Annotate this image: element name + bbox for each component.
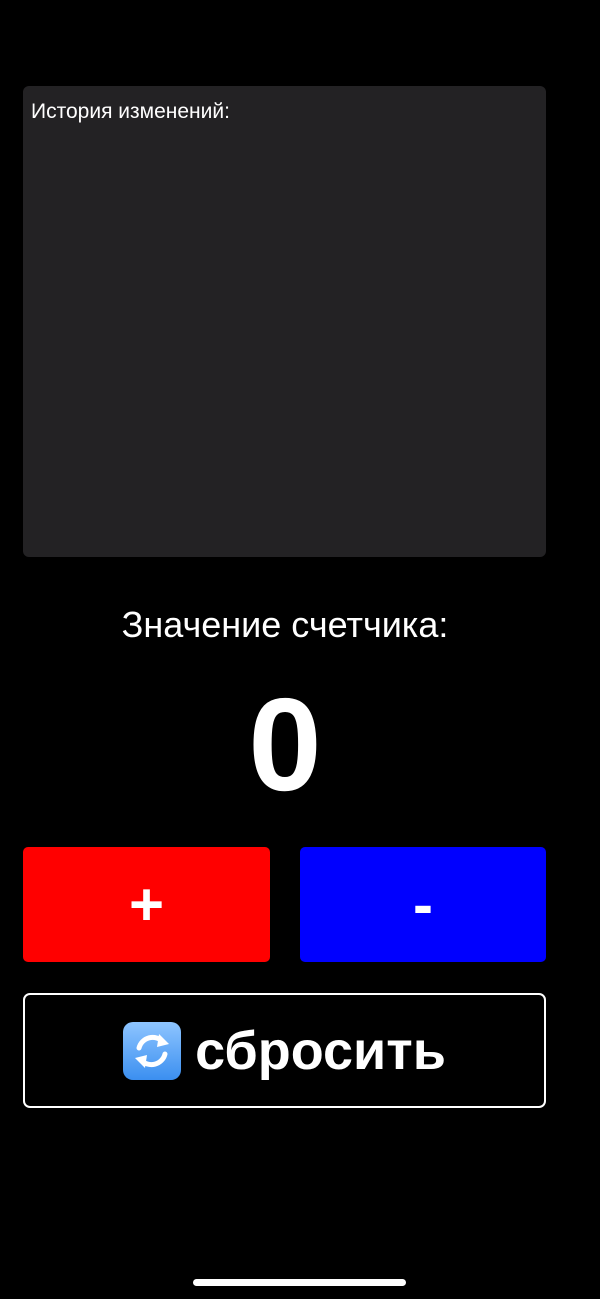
increment-button[interactable]: + (23, 847, 270, 962)
counter-label: Значение счетчика: (121, 604, 449, 645)
home-indicator[interactable] (193, 1279, 406, 1286)
reset-label: сбросить (195, 1020, 446, 1081)
increment-label: + (128, 871, 165, 938)
reset-button[interactable]: сбросить (23, 993, 546, 1108)
history-panel: История изменений: (23, 86, 546, 557)
arrows-counterclockwise-icon (123, 1021, 182, 1080)
decrement-button[interactable]: - (300, 847, 546, 962)
history-title: История изменений: (31, 100, 230, 123)
counter-value: 0 (248, 671, 322, 818)
decrement-label: - (413, 871, 433, 938)
